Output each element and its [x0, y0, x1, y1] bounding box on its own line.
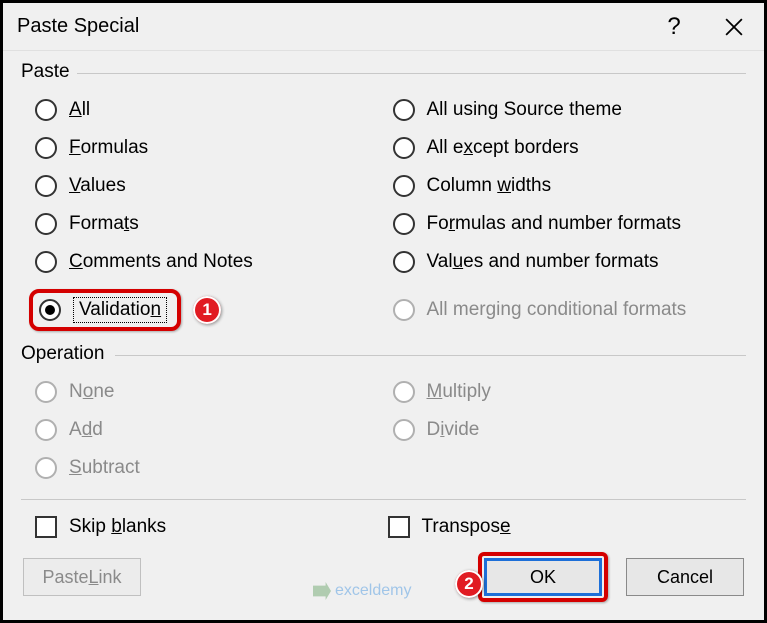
radio-add: Add — [35, 419, 383, 441]
radio-column-widths[interactable]: Column widths — [393, 175, 741, 197]
help-button[interactable]: ? — [644, 3, 704, 51]
radio-values[interactable]: Values — [35, 175, 383, 197]
radio-icon — [393, 419, 415, 441]
radio-validation[interactable]: Validation — [39, 297, 167, 323]
close-icon — [725, 18, 743, 36]
operation-group-label: Operation — [21, 343, 746, 365]
checkbox-icon — [388, 516, 410, 538]
paste-link-button: Paste Link — [23, 558, 141, 596]
radio-icon — [393, 99, 415, 121]
button-row: Paste Link OK Cancel — [21, 546, 746, 602]
cancel-button[interactable]: Cancel — [626, 558, 744, 596]
radio-icon — [393, 175, 415, 197]
radio-formulas[interactable]: Formulas — [35, 137, 383, 159]
radio-icon — [35, 99, 57, 121]
dialog-title: Paste Special — [17, 15, 139, 38]
ok-button[interactable]: OK — [484, 558, 602, 596]
radio-icon — [393, 137, 415, 159]
checkbox-transpose[interactable]: Transpose — [388, 516, 741, 538]
operation-options: None Multiply Add Divide Subtract — [21, 371, 746, 491]
radio-all[interactable]: All — [35, 99, 383, 121]
radio-icon — [39, 299, 61, 321]
radio-comments-notes[interactable]: Comments and Notes — [35, 251, 383, 273]
checkbox-skip-blanks[interactable]: Skip blanks — [35, 516, 388, 538]
radio-icon — [35, 457, 57, 479]
highlight-ok: OK — [478, 552, 608, 602]
highlight-validation: Validation — [29, 289, 181, 331]
radio-none: None — [35, 381, 383, 403]
radio-icon — [35, 175, 57, 197]
radio-source-theme[interactable]: All using Source theme — [393, 99, 741, 121]
radio-subtract: Subtract — [35, 457, 383, 479]
radio-icon — [393, 299, 415, 321]
radio-icon — [35, 419, 57, 441]
radio-icon — [393, 251, 415, 273]
radio-icon — [35, 137, 57, 159]
paste-special-dialog: Paste Special ? Paste All All using Sour… — [0, 0, 767, 623]
radio-values-number-formats[interactable]: Values and number formats — [393, 251, 741, 273]
titlebar: Paste Special ? — [3, 3, 764, 51]
checkbox-icon — [35, 516, 57, 538]
radio-icon — [393, 213, 415, 235]
checkbox-row: Skip blanks Transpose — [21, 514, 746, 546]
radio-icon — [35, 381, 57, 403]
callout-1: 1 — [193, 296, 221, 324]
radio-icon — [393, 381, 415, 403]
divider — [21, 499, 746, 500]
radio-icon — [35, 251, 57, 273]
radio-divide: Divide — [393, 419, 741, 441]
radio-multiply: Multiply — [393, 381, 741, 403]
paste-options: All All using Source theme Formulas All … — [21, 89, 746, 343]
radio-formats[interactable]: Formats — [35, 213, 383, 235]
radio-merge-conditional: All merging conditional formats — [393, 289, 741, 331]
paste-group-label: Paste — [21, 61, 746, 83]
radio-except-borders[interactable]: All except borders — [393, 137, 741, 159]
close-button[interactable] — [704, 3, 764, 51]
radio-icon — [35, 213, 57, 235]
radio-formulas-number-formats[interactable]: Formulas and number formats — [393, 213, 741, 235]
callout-2: 2 — [455, 570, 483, 598]
